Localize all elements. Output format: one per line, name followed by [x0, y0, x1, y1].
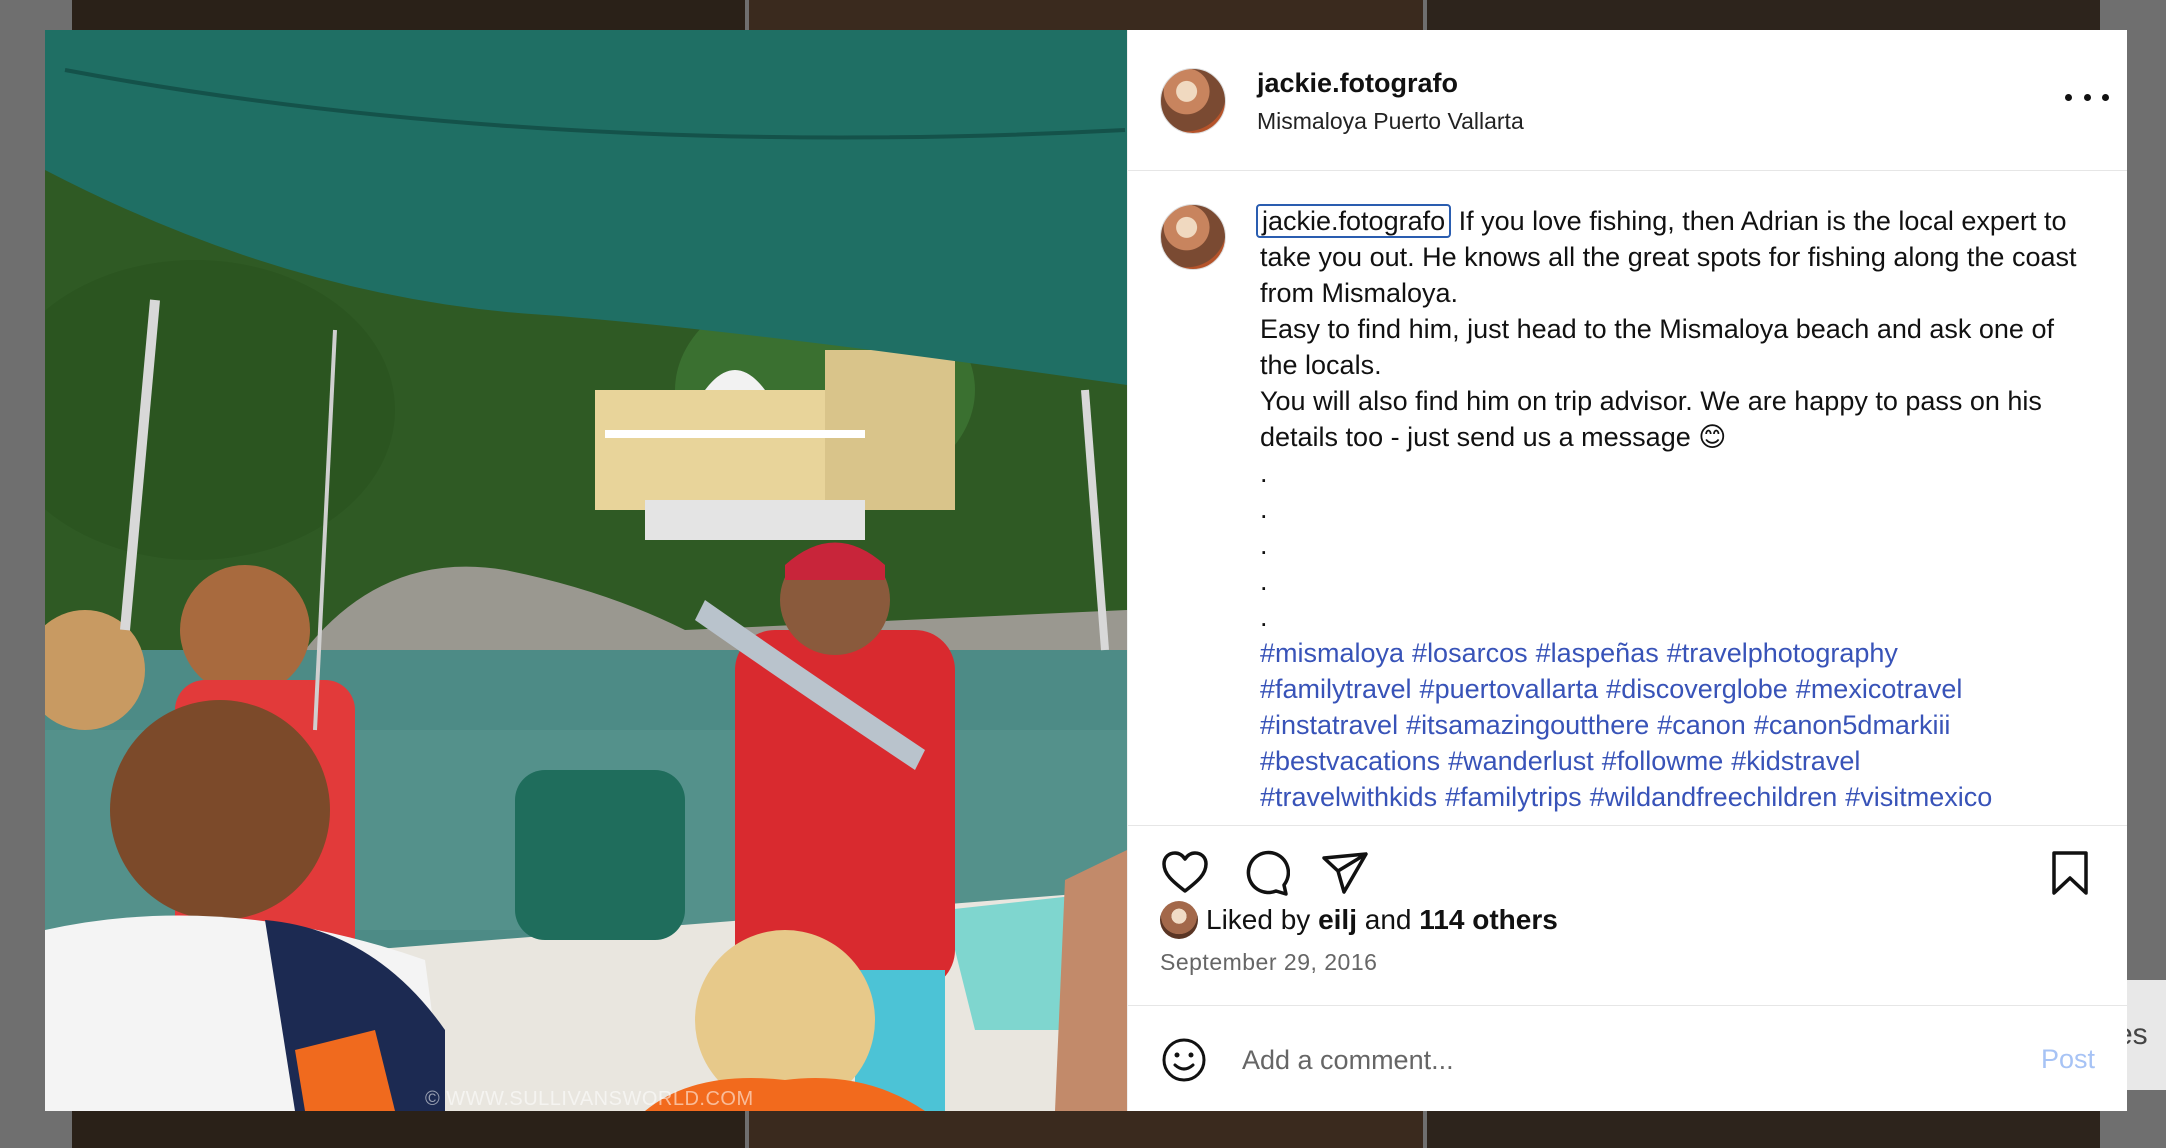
- likes-others-link[interactable]: 114 others: [1419, 904, 1558, 936]
- caption-dot: .: [1260, 494, 1268, 524]
- heart-icon[interactable]: [1160, 848, 1210, 898]
- comment-icon[interactable]: [1240, 848, 1290, 898]
- likes-joiner: and: [1364, 904, 1412, 935]
- post-caption: jackie.fotografo If you love fishing, th…: [1256, 203, 2080, 815]
- post-side-panel: jackie.fotografo Mismaloya Puerto Vallar…: [1127, 30, 2127, 1111]
- caption-line: You will also find him on trip advisor. …: [1260, 386, 2042, 452]
- comment-input[interactable]: [1240, 1034, 1944, 1086]
- hashtag-link[interactable]: #bestvacations: [1260, 746, 1440, 776]
- hashtag-link[interactable]: #visitmexico: [1845, 782, 1992, 812]
- hashtag-link[interactable]: #wildandfreechildren: [1590, 782, 1838, 812]
- hashtag-list: #mismaloya #losarcos #laspeñas #travelphoto…: [1260, 635, 2080, 815]
- hashtag-link[interactable]: #laspeñas: [1536, 638, 1659, 668]
- hashtag-link[interactable]: #itsamazingoutthere: [1406, 710, 1649, 740]
- caption-dot: .: [1260, 566, 1268, 596]
- post-comment-button[interactable]: Post: [2041, 1044, 2095, 1075]
- likes-summary: Liked by eilj and 114 others: [1160, 900, 1558, 940]
- caption-section[interactable]: jackie.fotografo If you love fishing, th…: [1128, 171, 2127, 826]
- hashtag-link[interactable]: #travelwithkids: [1260, 782, 1437, 812]
- bookmark-icon[interactable]: [2045, 848, 2095, 898]
- hashtag-link[interactable]: #instatravel: [1260, 710, 1398, 740]
- hashtag-link[interactable]: #wanderlust: [1448, 746, 1594, 776]
- hashtag-link[interactable]: #familytravel: [1260, 674, 1412, 704]
- comment-bar: Post: [1128, 1005, 2127, 1111]
- hashtag-link[interactable]: #canon5dmarkiii: [1754, 710, 1951, 740]
- caption-dot: .: [1260, 530, 1268, 560]
- emoji-icon[interactable]: [1160, 1036, 1208, 1084]
- hashtag-link[interactable]: #mismaloya: [1260, 638, 1404, 668]
- liker-username[interactable]: eilj: [1318, 904, 1357, 936]
- hashtag-link[interactable]: #travelphotography: [1667, 638, 1898, 668]
- hashtag-link[interactable]: #discoverglobe: [1606, 674, 1788, 704]
- hashtag-link[interactable]: #losarcos: [1412, 638, 1528, 668]
- hashtag-link[interactable]: #familytrips: [1445, 782, 1582, 812]
- liker-avatar[interactable]: [1160, 901, 1198, 939]
- post-location[interactable]: Mismaloya Puerto Vallarta: [1257, 108, 1524, 135]
- hashtag-link[interactable]: #mexicotravel: [1796, 674, 1963, 704]
- post-modal: © WWW.SULLIVANSWORLD.COM jackie.fotograf…: [45, 30, 2127, 1111]
- author-avatar[interactable]: [1160, 68, 1226, 134]
- photo-watermark: © WWW.SULLIVANSWORLD.COM: [425, 1088, 754, 1110]
- hashtag-link[interactable]: #puertovallarta: [1420, 674, 1599, 704]
- paper-plane-icon[interactable]: [1320, 848, 1370, 898]
- caption-author-link[interactable]: jackie.fotografo: [1256, 204, 1452, 238]
- hashtag-link[interactable]: #followme: [1602, 746, 1724, 776]
- post-photo[interactable]: © WWW.SULLIVANSWORLD.COM: [45, 30, 1127, 1111]
- more-options-icon[interactable]: [2065, 82, 2109, 112]
- post-actions: [1128, 826, 2127, 906]
- hashtag-link[interactable]: #canon: [1657, 710, 1746, 740]
- post-date[interactable]: September 29, 2016: [1160, 949, 1377, 976]
- post-header: jackie.fotografo Mismaloya Puerto Vallar…: [1128, 30, 2127, 171]
- likes-prefix: Liked by: [1206, 904, 1311, 935]
- caption-dot: .: [1260, 458, 1268, 488]
- caption-author-avatar[interactable]: [1160, 204, 1226, 270]
- caption-line: Easy to find him, just head to the Misma…: [1260, 314, 2054, 380]
- caption-dot: .: [1260, 602, 1268, 632]
- author-username[interactable]: jackie.fotografo: [1257, 68, 1458, 99]
- hashtag-link[interactable]: #kidstravel: [1731, 746, 1860, 776]
- photo-scene: [45, 30, 1127, 1111]
